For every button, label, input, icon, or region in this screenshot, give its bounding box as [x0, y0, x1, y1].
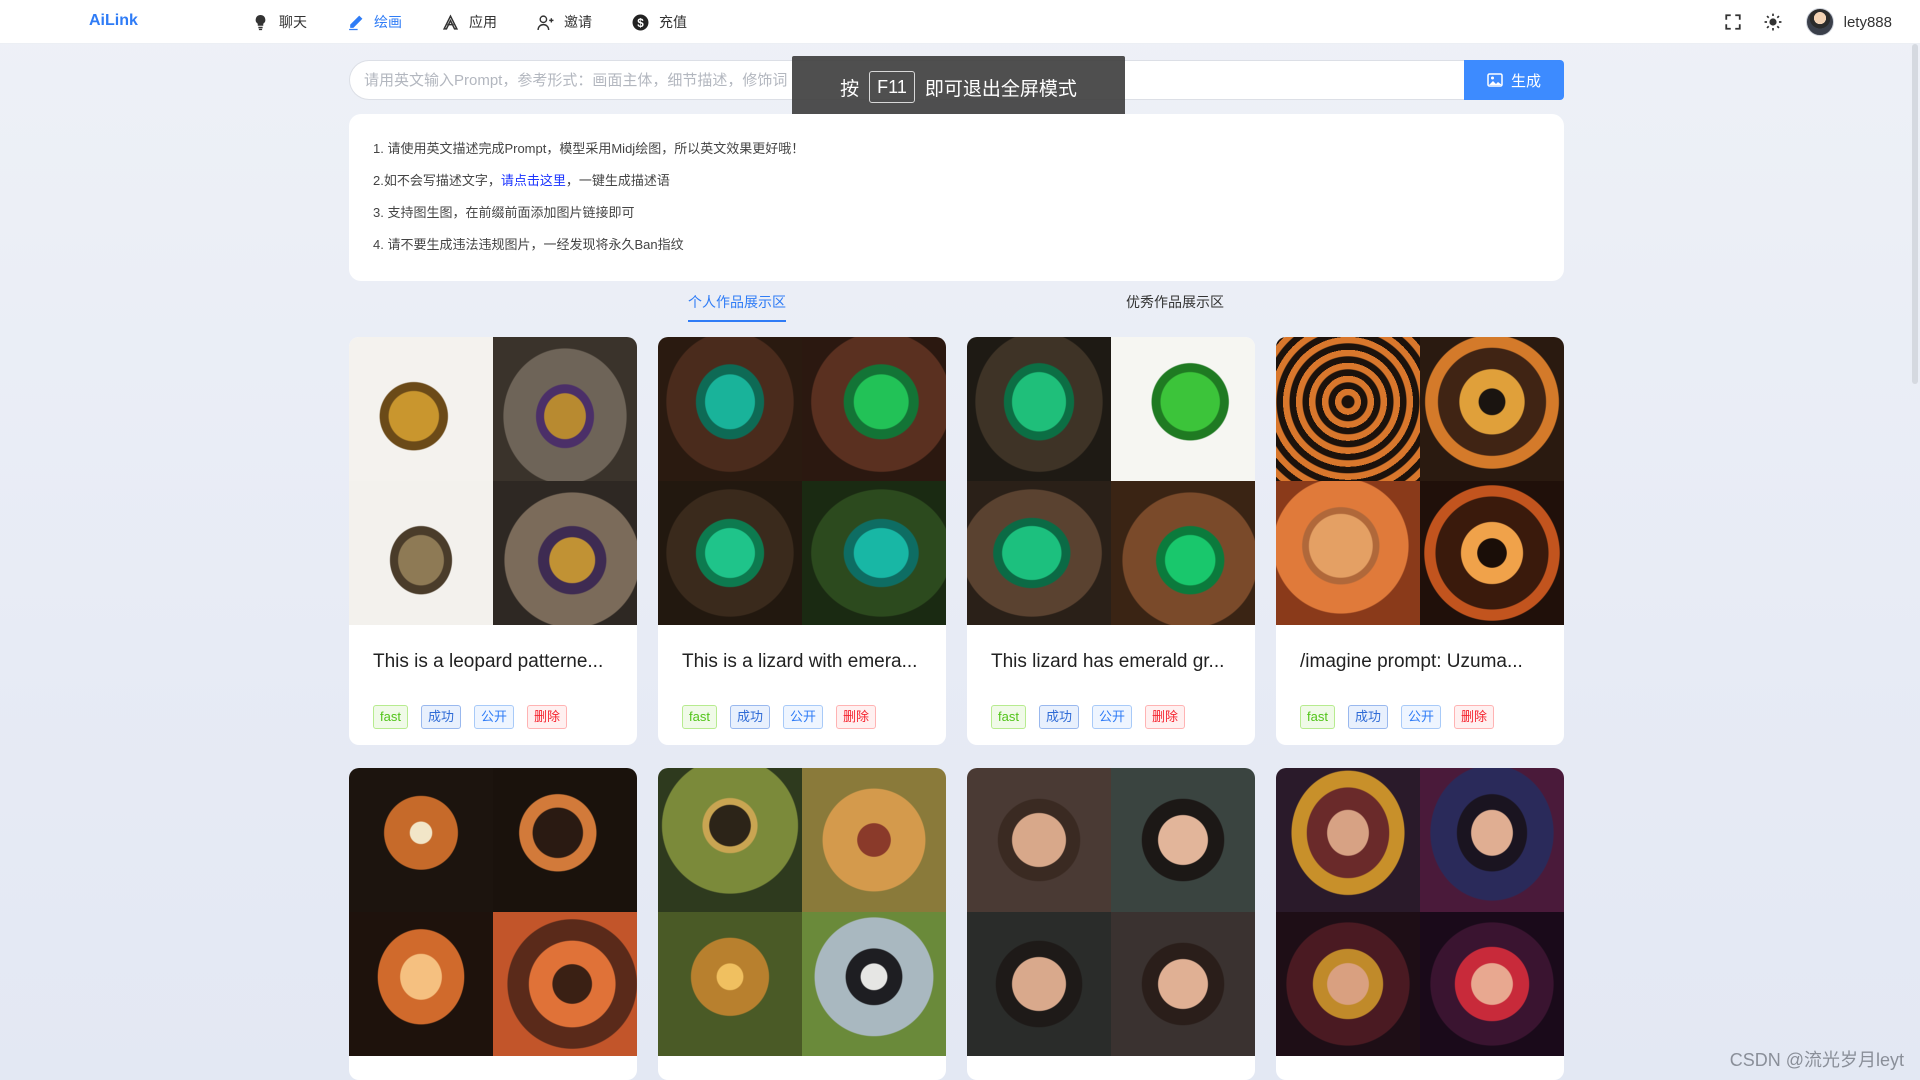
artwork-title: /imagine prompt: Uzuma... — [1300, 651, 1523, 672]
theme-sun-icon[interactable] — [1764, 13, 1782, 31]
fullscreen-toast: 按 F11 即可退出全屏模式 — [792, 56, 1125, 118]
top-right-actions: lety888 — [1702, 0, 1892, 44]
nav-apps[interactable]: 应用 — [442, 12, 497, 32]
apps-icon — [442, 13, 459, 30]
scrollbar-thumb[interactable] — [1912, 44, 1918, 384]
tag-fast: fast — [1300, 705, 1335, 729]
avatar[interactable] — [1805, 8, 1834, 36]
artwork-image-grid[interactable] — [349, 768, 637, 1056]
delete-button[interactable]: 删除 — [836, 705, 877, 729]
nav-recharge-label: 充值 — [659, 14, 687, 30]
delete-button[interactable]: 删除 — [1145, 705, 1186, 729]
tag-fast: fast — [991, 705, 1026, 729]
bulb-icon — [255, 14, 266, 30]
instruction-line-3: 3. 支持图生图，在前缀前面添加图片链接即可 — [373, 205, 635, 220]
artwork-card[interactable] — [967, 768, 1255, 1080]
nav-recharge[interactable]: $ 充值 — [632, 12, 687, 32]
toast-suffix: 即可退出全屏模式 — [924, 78, 1077, 100]
artwork-image-grid[interactable] — [1276, 768, 1564, 1056]
artwork-card[interactable] — [349, 768, 637, 1080]
watermark: CSDN @流光岁月leyt — [1729, 1050, 1904, 1070]
tab-featured-works[interactable]: 优秀作品展示区 — [1126, 292, 1224, 320]
invite-user-icon — [537, 14, 554, 30]
gallery-tabs: 个人作品展示区 优秀作品展示区 — [349, 292, 1564, 324]
instruction-line-2-start: 2.如不会写描述文字， — [373, 173, 501, 188]
generate-description-link[interactable]: 请点击这里 — [501, 173, 566, 188]
toast-key: F11 — [869, 71, 915, 103]
fullscreen-icon[interactable] — [1724, 13, 1742, 31]
nav-apps-label: 应用 — [469, 14, 497, 30]
artwork-card[interactable]: This is a leopard patterne... fast 成功 公开… — [349, 337, 637, 745]
nav-chat-label: 聊天 — [279, 14, 307, 30]
artwork-image-grid[interactable] — [1276, 337, 1564, 625]
top-navbar: AiLink 聊天 绘画 应用 邀请 $ 充值 lety888 — [0, 0, 1920, 44]
tag-fast: fast — [373, 705, 408, 729]
artwork-tags: fast 成功 公开 删除 — [349, 691, 637, 729]
toast-prefix: 按 — [840, 78, 860, 100]
generate-button[interactable]: 生成 — [1464, 60, 1564, 100]
artwork-image-grid[interactable] — [658, 768, 946, 1056]
delete-button[interactable]: 删除 — [1454, 705, 1495, 729]
artwork-card[interactable]: /imagine prompt: Uzuma... fast 成功 公开 删除 — [1276, 337, 1564, 745]
tag-success: 成功 — [729, 705, 770, 729]
artwork-image-grid[interactable] — [967, 768, 1255, 1056]
nav-draw[interactable]: 绘画 — [347, 12, 402, 32]
delete-button[interactable]: 删除 — [527, 705, 568, 729]
tab-personal-works[interactable]: 个人作品展示区 — [688, 292, 786, 322]
nav-invite-label: 邀请 — [564, 14, 592, 30]
dollar-icon: $ — [632, 14, 649, 30]
instruction-line-1: 1. 请使用英文描述完成Prompt，模型采用Midj绘图，所以英文效果更好哦！ — [373, 141, 805, 156]
tag-public[interactable]: 公开 — [1400, 705, 1441, 729]
instruction-line-4: 4. 请不要生成违法违规图片，一经发现将永久Ban指纹 — [373, 237, 684, 252]
artwork-tags: fast 成功 公开 删除 — [1276, 691, 1564, 729]
instructions-card: 1. 请使用英文描述完成Prompt，模型采用Midj绘图，所以英文效果更好哦！… — [349, 114, 1564, 281]
brand-logo[interactable]: AiLink — [89, 12, 138, 30]
artwork-card[interactable] — [658, 768, 946, 1080]
nav-invite[interactable]: 邀请 — [537, 12, 592, 32]
tag-public[interactable]: 公开 — [1091, 705, 1132, 729]
artwork-title: This lizard has emerald gr... — [991, 651, 1225, 672]
tag-fast: fast — [682, 705, 717, 729]
artwork-title: This is a lizard with emera... — [682, 651, 918, 672]
tag-success: 成功 — [420, 705, 461, 729]
instruction-line-2-end: ，一键生成描述语 — [565, 173, 670, 188]
tag-success: 成功 — [1347, 705, 1388, 729]
artwork-tags: fast 成功 公开 删除 — [658, 691, 946, 729]
svg-text:$: $ — [637, 16, 644, 29]
artwork-card[interactable]: This lizard has emerald gr... fast 成功 公开… — [967, 337, 1255, 745]
nav-draw-label: 绘画 — [374, 14, 402, 30]
main-nav: 聊天 绘画 应用 邀请 $ 充值 — [252, 0, 727, 44]
artwork-image-grid[interactable] — [349, 337, 637, 625]
tag-public[interactable]: 公开 — [473, 705, 514, 729]
artwork-card[interactable]: This is a lizard with emera... fast 成功 公… — [658, 337, 946, 745]
tag-success: 成功 — [1038, 705, 1079, 729]
instruction-line-2: 2.如不会写描述文字，请点击这里，一键生成描述语 — [373, 172, 1540, 204]
tag-public[interactable]: 公开 — [782, 705, 823, 729]
nav-chat[interactable]: 聊天 — [252, 12, 307, 32]
pencil-icon — [349, 15, 363, 30]
artwork-title: This is a leopard patterne... — [373, 651, 604, 672]
image-icon — [1487, 73, 1503, 87]
generate-button-label: 生成 — [1510, 72, 1541, 90]
artwork-image-grid[interactable] — [658, 337, 946, 625]
artwork-image-grid[interactable] — [967, 337, 1255, 625]
artwork-tags: fast 成功 公开 删除 — [967, 691, 1255, 729]
artwork-card[interactable] — [1276, 768, 1564, 1080]
username[interactable]: lety888 — [1844, 14, 1892, 31]
